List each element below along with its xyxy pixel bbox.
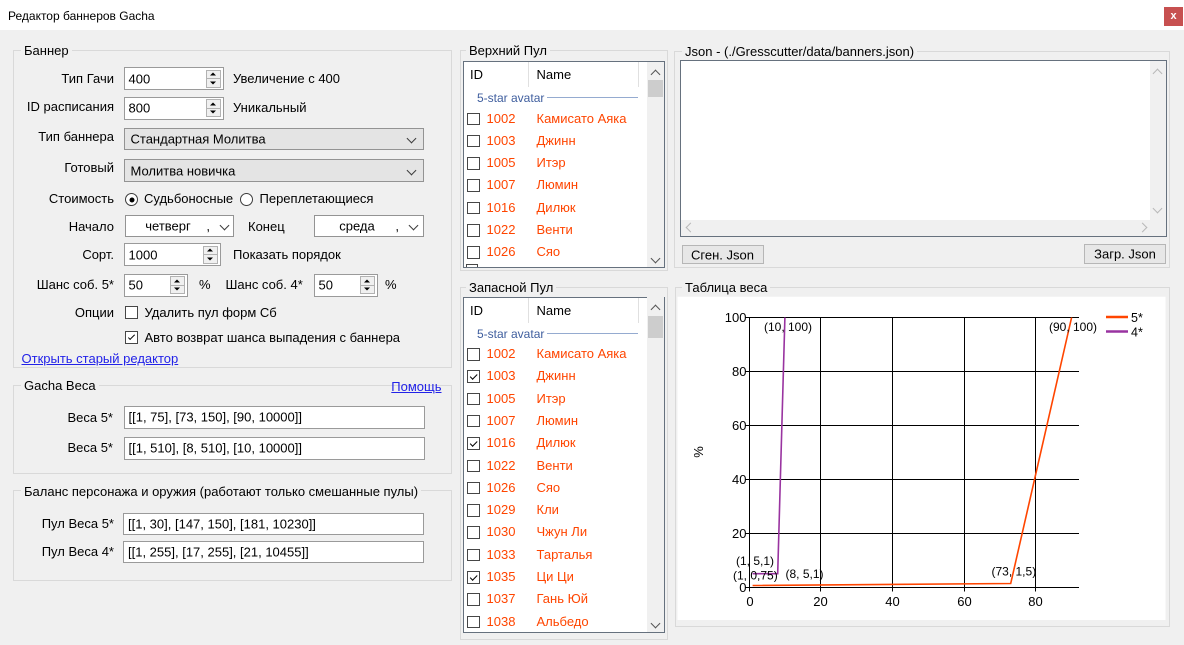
svg-text:60: 60 (732, 418, 746, 433)
svg-text:80: 80 (1028, 594, 1042, 609)
svg-text:(73, 1,5): (73, 1,5) (992, 565, 1037, 579)
svg-text:40: 40 (885, 594, 899, 609)
svg-text:20: 20 (732, 526, 746, 541)
svg-text:4*: 4* (1131, 326, 1143, 340)
svg-text:5*: 5* (1131, 311, 1143, 325)
svg-text:(8, 5,1): (8, 5,1) (786, 567, 824, 581)
svg-text:(1, 0,75): (1, 0,75) (733, 569, 778, 583)
svg-text:40: 40 (732, 472, 746, 487)
svg-text:%: % (691, 446, 706, 458)
svg-text:60: 60 (957, 594, 971, 609)
svg-text:20: 20 (813, 594, 827, 609)
svg-text:80: 80 (732, 364, 746, 379)
svg-text:100: 100 (725, 310, 747, 325)
svg-text:(10, 100): (10, 100) (764, 320, 812, 334)
svg-text:(90, 100): (90, 100) (1049, 320, 1097, 334)
svg-text:0: 0 (746, 594, 753, 609)
svg-text:(1, 5,1): (1, 5,1) (736, 554, 774, 568)
